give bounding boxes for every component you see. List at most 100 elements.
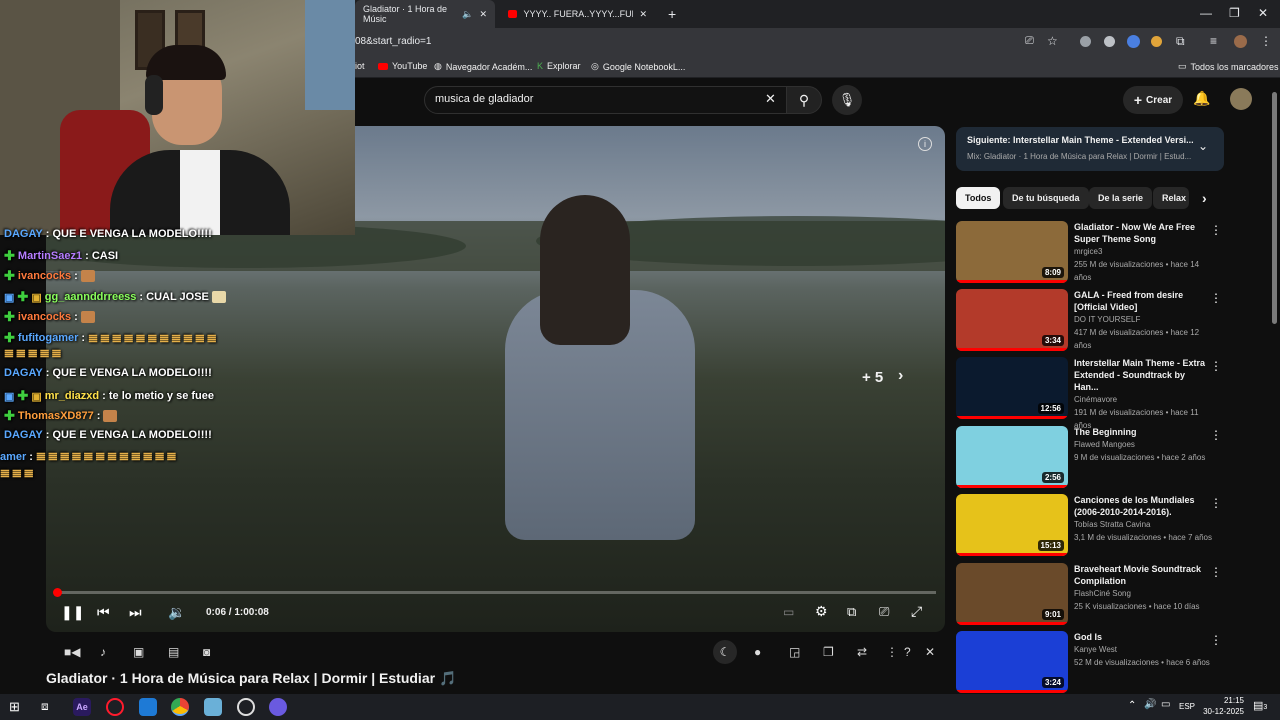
help-icon[interactable]: ?: [904, 645, 911, 659]
notifications-bell-icon[interactable]: 🔔: [1193, 90, 1210, 107]
channel-name[interactable]: mrgice3: [1074, 245, 1212, 258]
chevron-up-icon[interactable]: ⌃: [1128, 700, 1136, 711]
tab-gladiator[interactable]: Gladiator · 1 Hora de Músic 🔈 ✕: [355, 0, 495, 28]
video-thumbnail[interactable]: 15:13: [956, 494, 1068, 556]
more-vertical-icon[interactable]: ⋮: [1210, 496, 1222, 510]
more-vertical-icon[interactable]: ⋮: [1210, 291, 1222, 305]
channel-name[interactable]: Tobías Stratta Cavina: [1074, 518, 1212, 531]
more-vertical-icon[interactable]: ⋮: [1210, 565, 1222, 579]
fullscreen-icon[interactable]: ⤢: [911, 603, 922, 620]
clear-search-icon[interactable]: ✕: [765, 91, 776, 107]
close-tab-icon[interactable]: ✕: [639, 9, 647, 20]
page-scrollbar[interactable]: [1272, 92, 1277, 324]
loop-icon[interactable]: ⇄: [857, 645, 867, 659]
channel-name[interactable]: Cinémavore: [1074, 393, 1212, 406]
bookmark-navegador[interactable]: ◍ Navegador Académ...: [434, 61, 532, 72]
chip-relax[interactable]: Relax: [1153, 187, 1189, 209]
new-tab-button[interactable]: +: [660, 0, 684, 28]
cast-icon[interactable]: ⎚: [1025, 35, 1034, 48]
channel-name[interactable]: FlashCiné Song: [1074, 587, 1212, 600]
pause-icon[interactable]: ❚❚: [61, 604, 84, 621]
music-note-icon[interactable]: ♪: [100, 645, 106, 659]
chrome-icon[interactable]: [171, 698, 189, 716]
after-effects-icon[interactable]: Ae: [73, 698, 91, 716]
channel-name[interactable]: DO IT YOURSELF: [1074, 313, 1212, 326]
chevron-right-icon[interactable]: ›: [898, 367, 903, 385]
extension-icon[interactable]: [1151, 36, 1162, 47]
info-icon[interactable]: i: [918, 137, 932, 151]
video-title[interactable]: God Is: [1074, 631, 1212, 643]
video-camera-icon[interactable]: ■◀: [64, 645, 80, 659]
app-icon[interactable]: [269, 698, 287, 716]
channel-name[interactable]: Kanye West: [1074, 643, 1212, 656]
minimize-icon[interactable]: —: [1200, 6, 1212, 20]
progress-bar[interactable]: [56, 591, 936, 594]
screenshot-icon[interactable]: ▣: [133, 645, 144, 659]
captions-icon[interactable]: ▤: [168, 645, 179, 659]
search-button[interactable]: ⚲: [786, 86, 822, 114]
video-title[interactable]: The Beginning: [1074, 426, 1212, 438]
voice-search-button[interactable]: 🎙: [832, 85, 862, 115]
video-thumbnail[interactable]: 2:56: [956, 426, 1068, 488]
video-title[interactable]: Canciones de los Mundiales (2006-2010-20…: [1074, 494, 1212, 518]
mute-icon[interactable]: 🔈: [462, 9, 473, 20]
chip-de-la-serie[interactable]: De la serie: [1089, 187, 1153, 209]
more-vertical-icon[interactable]: ⋮: [1210, 633, 1222, 647]
app-icon[interactable]: [139, 698, 157, 716]
recommended-video[interactable]: 12:56 Interstellar Main Theme - Extra Ext…: [956, 357, 1224, 430]
extension-icon[interactable]: [1127, 35, 1140, 48]
camera-icon[interactable]: ◙: [203, 645, 210, 659]
close-window-icon[interactable]: ✕: [1258, 6, 1268, 20]
recommended-video[interactable]: 15:13 Canciones de los Mundiales (2006-20…: [956, 494, 1224, 558]
all-bookmarks[interactable]: ▭ Todos los marcadores: [1178, 61, 1279, 72]
app-icon[interactable]: [204, 698, 222, 716]
video-thumbnail[interactable]: 8:09: [956, 221, 1068, 283]
endscreen-more[interactable]: + 5: [862, 369, 883, 386]
more-vertical-icon[interactable]: ⋮: [886, 645, 898, 659]
url-text[interactable]: 08&start_radio=1: [355, 36, 431, 47]
bookmark-notebooklm[interactable]: ◎ Google NotebookL...: [591, 61, 685, 72]
reading-list-icon[interactable]: ≡: [1210, 34, 1217, 48]
video-thumbnail[interactable]: 3:34: [956, 289, 1068, 351]
queue-icon[interactable]: ❐: [823, 645, 834, 659]
video-thumbnail[interactable]: 3:24: [956, 631, 1068, 693]
language-indicator[interactable]: ESP: [1179, 702, 1195, 711]
up-next-panel[interactable]: Siguiente: Interstellar Main Theme - Ext…: [956, 127, 1224, 171]
browser-menu-icon[interactable]: ⋮: [1260, 34, 1272, 48]
recommended-video[interactable]: 3:34 GALA - Freed from desire [Official V…: [956, 289, 1224, 353]
chevron-down-icon[interactable]: ⌄: [1198, 139, 1208, 153]
video-title[interactable]: Interstellar Main Theme - Extra Extended…: [1074, 357, 1212, 393]
more-vertical-icon[interactable]: ⋮: [1210, 359, 1222, 373]
recommended-video[interactable]: 9:01 Braveheart Movie Soundtrack Compilat…: [956, 563, 1224, 627]
video-thumbnail[interactable]: 9:01: [956, 563, 1068, 625]
more-vertical-icon[interactable]: ⋮: [1210, 223, 1222, 237]
network-icon[interactable]: ▭: [1161, 699, 1170, 710]
chevron-right-icon[interactable]: ›: [1202, 190, 1207, 206]
cast-icon[interactable]: ⎚: [879, 604, 889, 620]
recommended-video[interactable]: 8:09 Gladiator - Now We Are Free Super Th…: [956, 221, 1224, 285]
restore-icon[interactable]: ❐: [1229, 6, 1240, 20]
subtitles-icon[interactable]: ▭: [783, 605, 794, 619]
video-title[interactable]: GALA - Freed from desire [Official Video…: [1074, 289, 1212, 313]
profile-avatar[interactable]: [1234, 35, 1247, 48]
close-tab-icon[interactable]: ✕: [479, 9, 487, 20]
volume-icon[interactable]: 🔉: [168, 604, 185, 621]
previous-icon[interactable]: ⏮: [97, 604, 110, 621]
recommended-video[interactable]: 3:24 God Is Kanye West 52 M de visualizacio…: [956, 631, 1224, 695]
settings-gear-icon[interactable]: ⚙: [815, 603, 828, 620]
notifications-icon[interactable]: ▤3: [1253, 699, 1267, 712]
bookmark-explorar[interactable]: K Explorar: [537, 61, 581, 71]
dark-mode-moon-icon[interactable]: ☾: [713, 640, 737, 664]
tab-fuera[interactable]: YYYY.. FUERA..YYYY...FUERA - ( ✕: [500, 0, 655, 28]
video-title[interactable]: Gladiator - Now We Are Free Super Theme …: [1074, 221, 1212, 245]
recommended-video[interactable]: 2:56 The Beginning Flawed Mangoes 9 M de vi…: [956, 426, 1224, 490]
close-icon[interactable]: ✕: [925, 645, 935, 659]
extension-icon[interactable]: [1104, 36, 1115, 47]
channel-name[interactable]: Flawed Mangoes: [1074, 438, 1212, 451]
windows-start-icon[interactable]: ⊞: [9, 699, 20, 715]
video-title[interactable]: Braveheart Movie Soundtrack Compilation: [1074, 563, 1212, 587]
star-icon[interactable]: ☆: [1047, 34, 1058, 48]
video-thumbnail[interactable]: 12:56: [956, 357, 1068, 419]
bookmark-youtube[interactable]: YouTube: [378, 61, 427, 71]
speaker-icon[interactable]: 🔊: [1144, 699, 1156, 710]
